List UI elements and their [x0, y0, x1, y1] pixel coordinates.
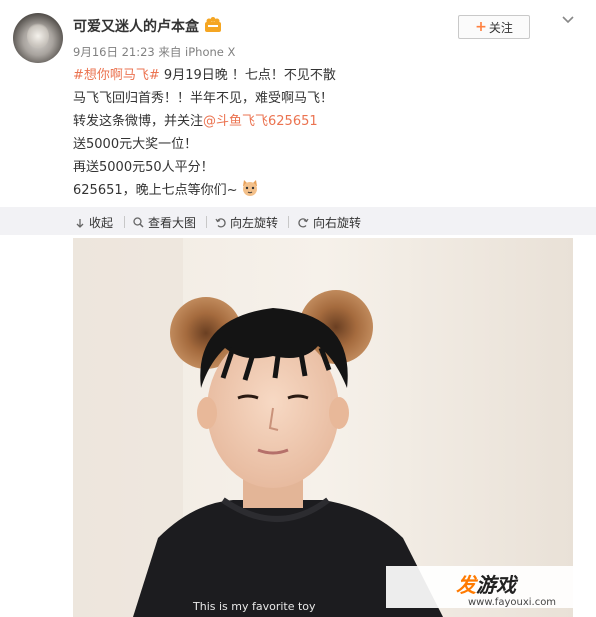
post-line-1-text: 9月19日晚 ！七点！不见不散 [159, 68, 336, 83]
collapse-icon [76, 218, 84, 228]
post-line-3-text: 转发这条微博，并关注 [73, 114, 204, 129]
post-line-5: 再送5000元50人平分！ [73, 160, 214, 175]
post-photo[interactable]: This is my favorite toy [73, 238, 573, 617]
watermark-brand-orange: 发 [456, 573, 476, 597]
rotate-right-label: 向右旋转 [313, 216, 362, 230]
mention-link[interactable]: @斗鱼飞飞625651 [203, 114, 318, 129]
cat-emoji-icon [242, 180, 257, 196]
post-line-2: 马飞飞回归首秀！！半年不见，难受啊马飞！ [73, 91, 334, 106]
watermark-brand-rest: 游戏 [476, 573, 516, 597]
avatar[interactable] [13, 13, 63, 63]
collapse-button[interactable]: 收起 [75, 214, 113, 231]
rotate-left-label: 向左旋转 [230, 216, 279, 230]
post-header: 可爱又迷人的卢本盒 9月16日 21:23 来自 iPhone X + 关注 #… [0, 0, 596, 205]
rotate-right-icon [298, 218, 309, 228]
toolbar-divider [124, 216, 125, 228]
photo-illustration: This is my favorite toy [73, 238, 573, 617]
post-text: #想你啊马飞# 9月19日晚 ！七点！不见不散 马飞飞回归首秀！！半年不见，难受… [73, 64, 543, 202]
post-line-1: #想你啊马飞# 9月19日晚 ！七点！不见不散 [73, 64, 543, 87]
collapse-label: 收起 [89, 216, 114, 230]
rotate-right-button[interactable]: 向右旋转 [298, 214, 361, 231]
magnifier-icon [133, 217, 144, 228]
watermark-brand: 发游戏 [456, 569, 516, 598]
image-toolbar: 收起 查看大图 向左旋转 向右旋转 [0, 207, 596, 235]
post-meta: 9月16日 21:23 来自 iPhone X [73, 45, 236, 59]
post-line-6: 625651，晚上七点等你们~ [73, 179, 543, 202]
follow-label: 关注 [488, 20, 513, 35]
username[interactable]: 可爱又迷人的卢本盒 [73, 16, 199, 36]
hashtag-link[interactable]: #想你啊马飞# [73, 68, 160, 83]
rotate-left-icon [215, 218, 226, 228]
shirt-text: This is my favorite toy [192, 600, 316, 613]
view-large-button[interactable]: 查看大图 [133, 214, 196, 231]
post-line-3: 转发这条微博，并关注@斗鱼飞飞625651 [73, 110, 543, 133]
chevron-down-icon[interactable] [561, 13, 575, 27]
rotate-left-button[interactable]: 向左旋转 [215, 214, 278, 231]
post-line-4: 送5000元大奖一位！ [73, 137, 198, 152]
toolbar-divider [206, 216, 207, 228]
follow-button[interactable]: + 关注 [458, 15, 530, 39]
view-large-label: 查看大图 [148, 216, 197, 230]
vip-badge-icon [205, 17, 221, 32]
watermark-url: www.fayouxi.com [468, 597, 557, 608]
post-line-6-text: 625651，晚上七点等你们~ [73, 183, 238, 198]
plus-icon: + [475, 19, 487, 35]
toolbar-divider [288, 216, 289, 228]
